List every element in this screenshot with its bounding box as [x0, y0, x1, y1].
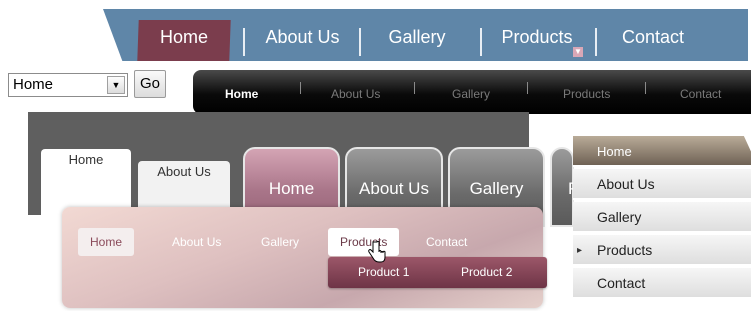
menu2-separator — [300, 82, 301, 94]
menu2-item-contact[interactable]: Contact — [680, 87, 721, 101]
menu2-item-about-us[interactable]: About Us — [331, 87, 380, 101]
hand-pointer-icon — [368, 240, 386, 267]
expand-arrow-icon: ▸ — [577, 245, 583, 256]
menu2-separator — [527, 82, 528, 94]
menu2-item-products[interactable]: Products — [563, 87, 610, 101]
menu1-separator — [595, 28, 597, 56]
select-value: Home — [13, 76, 54, 93]
menu1-item-gallery[interactable]: Gallery — [373, 9, 461, 61]
menu6-item-gallery[interactable]: Gallery — [249, 228, 311, 256]
submenu-item-product-2[interactable]: Product 2 — [461, 257, 512, 288]
menu2-separator — [645, 82, 646, 94]
menu5-item-home[interactable]: Home — [573, 136, 751, 167]
menu6-submenu: Product 1 Product 2 — [328, 257, 547, 288]
dropdown-arrow-icon[interactable]: ▼ — [573, 47, 583, 57]
menu2-item-gallery[interactable]: Gallery — [452, 87, 490, 101]
menu1-item-home[interactable]: Home — [138, 9, 230, 61]
menu2-navbar: Home About Us Gallery Products Contact — [193, 70, 751, 114]
menu5-item-products[interactable]: ▸ Products — [573, 235, 751, 266]
chevron-down-icon[interactable]: ▼ — [107, 76, 125, 94]
menu-select[interactable]: Home ▼ — [8, 73, 128, 97]
go-button[interactable]: Go — [134, 70, 166, 98]
menu1-separator — [243, 28, 245, 56]
menu6-item-about-us[interactable]: About Us — [160, 228, 233, 256]
menu5-item-contact[interactable]: Contact — [573, 268, 751, 299]
menu1-item-contact[interactable]: Contact — [613, 9, 693, 61]
menu1-navbar: Home About Us Gallery Products ▼ Contact — [103, 9, 748, 61]
menu5-item-about-us[interactable]: About Us — [573, 169, 751, 200]
menu1-item-products[interactable]: Products — [493, 9, 581, 61]
menu1-item-about-us[interactable]: About Us — [255, 9, 350, 61]
menu5-item-gallery[interactable]: Gallery — [573, 202, 751, 233]
menu4-tab-products[interactable]: P — [550, 147, 579, 227]
menu6-item-home[interactable]: Home — [78, 228, 135, 256]
menu2-item-home[interactable]: Home — [225, 87, 258, 101]
menu6-item-products[interactable]: Products — [328, 228, 400, 256]
menu5-vertical-list: Home About Us Gallery ▸ Products Contact — [573, 136, 751, 303]
menu1-separator — [480, 28, 482, 56]
menu6-item-contact[interactable]: Contact — [414, 228, 479, 256]
menu2-separator — [414, 82, 415, 94]
menu1-separator — [359, 28, 361, 56]
menu5-item-products-label: Products — [597, 242, 653, 258]
